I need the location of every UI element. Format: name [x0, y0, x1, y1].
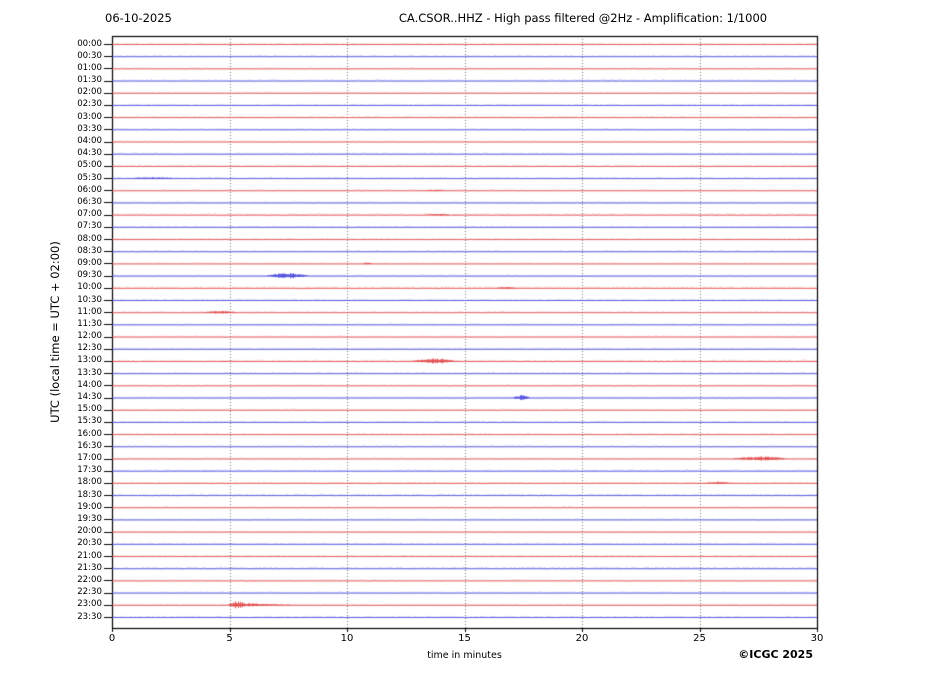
y-tick-label: 01:30	[77, 75, 102, 86]
y-tick-label: 02:30	[77, 99, 102, 110]
y-tick-label: 18:30	[77, 489, 102, 500]
helicorder-plot-canvas	[0, 0, 927, 696]
x-tick-label: 0	[108, 633, 116, 644]
y-tick-label: 09:00	[77, 257, 102, 268]
x-tick-label: 20	[575, 633, 589, 644]
y-tick-label: 07:30	[77, 221, 102, 232]
y-tick-label: 10:30	[77, 294, 102, 305]
y-tick-label: 22:30	[77, 587, 102, 598]
y-tick-label: 15:00	[77, 404, 102, 415]
x-tick-label: 25	[693, 633, 706, 644]
y-tick-label: 21:30	[77, 562, 102, 573]
y-tick-label: 08:00	[77, 233, 102, 244]
y-tick-label: 10:00	[77, 282, 102, 293]
helicorder-page: 06-10-2025 CA.CSOR..HHZ - High pass filt…	[0, 0, 927, 696]
plot-title: CA.CSOR..HHZ - High pass filtered @2Hz -…	[398, 11, 768, 25]
y-tick-label: 07:00	[77, 209, 102, 220]
x-tick-label: 10	[340, 633, 354, 644]
y-tick-label: 04:30	[77, 148, 102, 159]
y-tick-label: 23:30	[77, 611, 102, 622]
y-tick-label: 12:30	[77, 343, 102, 354]
y-tick-label: 03:00	[77, 111, 102, 122]
y-tick-label: 15:30	[77, 416, 102, 427]
y-tick-label: 21:00	[77, 550, 102, 561]
y-tick-label: 09:30	[77, 270, 102, 281]
y-tick-label: 06:00	[77, 184, 102, 195]
y-tick-label: 03:30	[77, 123, 102, 134]
y-tick-label: 12:00	[77, 331, 102, 342]
x-tick-label: 5	[226, 633, 233, 644]
y-tick-label: 22:00	[77, 574, 102, 585]
y-tick-label: 20:30	[77, 538, 102, 549]
y-tick-label: 19:30	[77, 513, 102, 524]
y-tick-label: 19:00	[77, 501, 102, 512]
y-tick-label: 14:00	[77, 379, 102, 390]
y-tick-label: 08:30	[77, 245, 102, 256]
y-tick-label: 11:30	[77, 318, 102, 329]
copyright-label: ©ICGC 2025	[738, 648, 813, 661]
y-tick-label: 00:30	[77, 50, 102, 61]
y-tick-label: 04:00	[77, 136, 102, 147]
y-tick-label: 06:30	[77, 196, 102, 207]
y-tick-label: 17:00	[77, 453, 102, 463]
y-tick-label: 14:30	[77, 392, 102, 403]
x-tick-label: 15	[458, 633, 471, 644]
date-label: 06-10-2025	[105, 11, 172, 25]
y-tick-label: 01:00	[77, 62, 102, 73]
y-tick-label: 23:00	[77, 599, 102, 610]
y-tick-label: 16:30	[77, 440, 102, 451]
x-tick-label: 30	[810, 633, 824, 644]
y-tick-label: 17:30	[77, 465, 102, 476]
y-tick-label: 13:00	[77, 355, 102, 366]
y-tick-label: 00:00	[77, 38, 102, 49]
y-tick-label: 05:30	[77, 172, 102, 183]
y-tick-label: 11:00	[77, 306, 102, 317]
y-tick-label: 20:00	[77, 526, 102, 537]
y-tick-label: 02:00	[77, 87, 102, 98]
y-tick-label: 18:00	[77, 477, 102, 488]
y-tick-label: 16:00	[77, 428, 102, 439]
y-tick-label: 05:00	[77, 160, 102, 171]
y-tick-label: 13:30	[77, 367, 102, 378]
